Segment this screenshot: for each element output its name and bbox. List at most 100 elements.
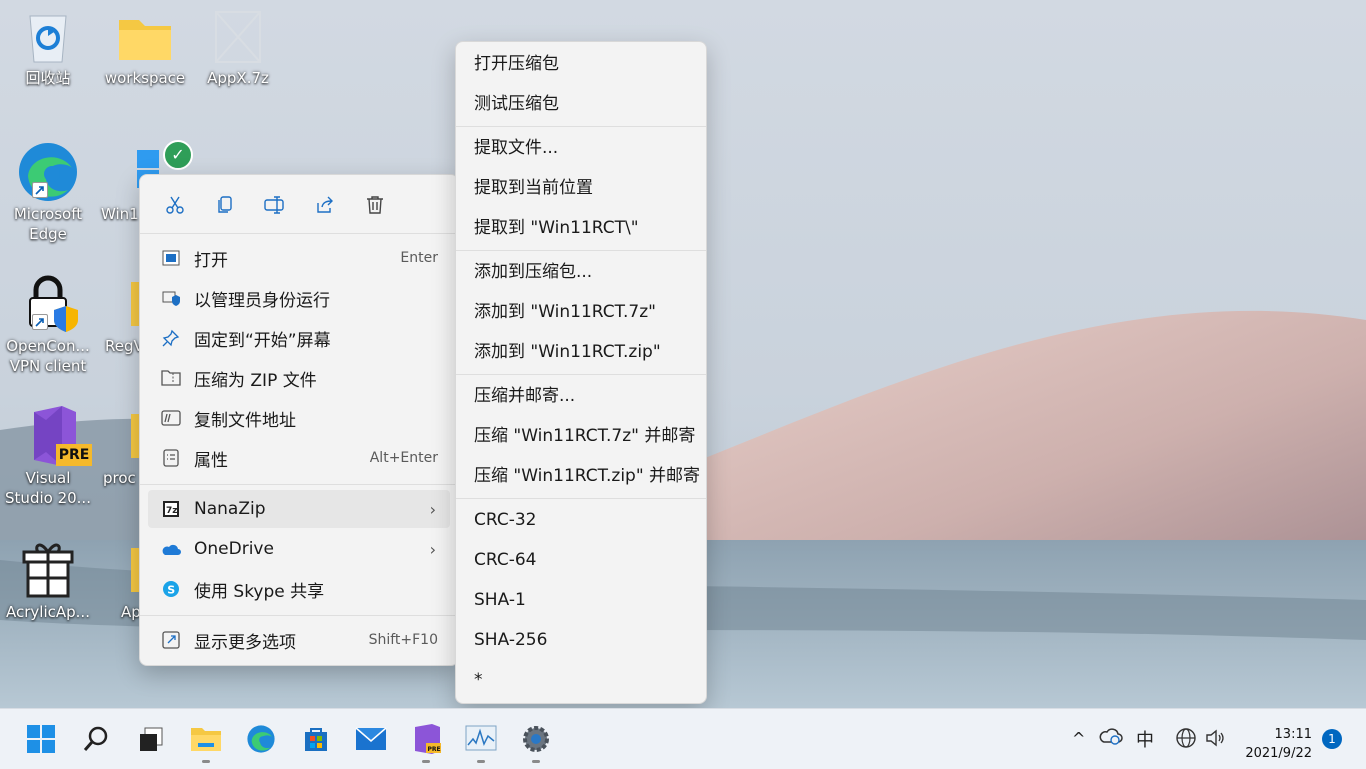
- running-indicator: [477, 760, 485, 763]
- submenu-sha1[interactable]: SHA-1: [474, 580, 526, 620]
- svg-text:7z: 7z: [166, 506, 178, 516]
- menu-item-copy-path[interactable]: 复制文件地址: [148, 399, 450, 437]
- chevron-right-icon: ›: [429, 539, 436, 559]
- menu-item-show-more-options[interactable]: 显示更多选项 Shift+F10: [148, 621, 450, 659]
- submenu-test-archive[interactable]: 测试压缩包: [474, 84, 559, 124]
- taskbar-store[interactable]: [298, 721, 334, 757]
- share-icon: [317, 196, 333, 213]
- search-icon: [83, 726, 108, 751]
- submenu-compress-7z-and-email[interactable]: 压缩 "Win11RCT.7z" 并邮寄: [474, 416, 695, 456]
- desktop-icon-label: OpenCon... VPN client: [6, 337, 90, 375]
- desktop-icon-workspace[interactable]: workspace: [97, 10, 193, 88]
- openvpn-icon: [16, 272, 80, 336]
- menu-item-onedrive[interactable]: OneDrive ›: [148, 530, 450, 568]
- desktop-icon-visual-studio[interactable]: PRE Visual Studio 20...: [0, 404, 96, 508]
- submenu-all-hashes[interactable]: *: [474, 660, 483, 700]
- taskbar-performance-monitor[interactable]: [463, 721, 499, 763]
- submenu-add-to-zip[interactable]: 添加到 "Win11RCT.zip": [474, 332, 661, 372]
- submenu-extract-to-folder[interactable]: 提取到 "Win11RCT\": [474, 208, 639, 248]
- shortcut-arrow-icon: [32, 182, 48, 198]
- task-view-button[interactable]: [133, 721, 169, 757]
- submenu-extract-here[interactable]: 提取到当前位置: [474, 168, 593, 208]
- running-indicator: [532, 760, 540, 763]
- taskbar-mail[interactable]: [353, 721, 389, 757]
- rename-icon: [264, 196, 284, 214]
- clock-time: 13:11: [1274, 727, 1312, 742]
- context-menu: 打开 Enter 以管理员身份运行 固定到“开始”屏幕 压缩为 ZIP 文件 复…: [139, 174, 459, 666]
- desktop-icon-acrylicapp[interactable]: AcrylicAp...: [0, 538, 96, 622]
- desktop-icon-edge[interactable]: Microsoft Edge: [0, 140, 96, 244]
- menu-item-run-as-admin[interactable]: 以管理员身份运行: [148, 279, 450, 317]
- menu-item-label: 使用 Skype 共享: [194, 581, 325, 602]
- menu-item-label: 显示更多选项: [194, 632, 296, 653]
- chevron-right-icon: ›: [429, 499, 436, 519]
- nanazip-icon: 7z: [160, 498, 182, 520]
- path-icon: [160, 407, 182, 429]
- submenu-add-to-7z[interactable]: 添加到 "Win11RCT.7z": [474, 292, 656, 332]
- menu-item-nanazip[interactable]: 7z NanaZip ›: [148, 490, 450, 528]
- menu-item-open[interactable]: 打开 Enter: [148, 239, 450, 277]
- submenu-extract-files[interactable]: 提取文件...: [474, 128, 558, 168]
- window-icon: [160, 247, 182, 269]
- menu-item-skype-share[interactable]: S 使用 Skype 共享: [148, 570, 450, 608]
- menu-item-label: 压缩为 ZIP 文件: [194, 370, 317, 391]
- separator: [140, 233, 458, 234]
- delete-button[interactable]: [350, 187, 400, 223]
- desktop-icon-openvpn[interactable]: OpenCon... VPN client: [0, 272, 96, 376]
- properties-icon: [160, 447, 182, 469]
- submenu-compress-zip-and-email[interactable]: 压缩 "Win11RCT.zip" 并邮寄: [474, 456, 700, 496]
- onedrive-sync-icon[interactable]: [1099, 727, 1123, 750]
- submenu-open-archive[interactable]: 打开压缩包: [474, 44, 559, 84]
- pre-badge-icon: PRE: [56, 444, 92, 466]
- ime-indicator[interactable]: 中: [1136, 726, 1154, 752]
- running-indicator: [422, 760, 430, 763]
- network-icon[interactable]: [1175, 727, 1197, 754]
- menu-item-label: 以管理员身份运行: [194, 290, 330, 311]
- start-icon: [27, 725, 55, 753]
- tray-overflow-chevron[interactable]: ^: [1072, 729, 1085, 748]
- rename-button[interactable]: [250, 187, 300, 223]
- edge-icon: [247, 725, 275, 753]
- desktop-icon-recycle-bin[interactable]: 回收站: [0, 10, 96, 88]
- separator: [456, 250, 706, 251]
- recycle-bin-icon: [16, 10, 80, 68]
- desktop-icon-label: 回收站: [25, 69, 71, 87]
- submenu-add-to-archive[interactable]: 添加到压缩包...: [474, 252, 592, 292]
- cut-button[interactable]: [150, 187, 200, 223]
- share-button[interactable]: [300, 187, 350, 223]
- edge-icon: [16, 140, 80, 204]
- menu-item-label: 固定到“开始”屏幕: [194, 330, 331, 351]
- shield-icon: [160, 287, 182, 309]
- zip-folder-icon: [160, 367, 182, 389]
- submenu-crc64[interactable]: CRC-64: [474, 540, 536, 580]
- menu-item-compress-zip[interactable]: 压缩为 ZIP 文件: [148, 359, 450, 397]
- menu-item-pin-to-start[interactable]: 固定到“开始”屏幕: [148, 319, 450, 357]
- copy-button[interactable]: [200, 187, 250, 223]
- search-button[interactable]: [78, 721, 114, 757]
- taskbar-edge[interactable]: [243, 721, 279, 757]
- pin-icon: [160, 327, 182, 349]
- taskbar-file-explorer[interactable]: [188, 721, 224, 763]
- menu-item-accelerator: Enter: [400, 250, 438, 266]
- volume-icon[interactable]: [1204, 727, 1226, 754]
- submenu-compress-and-email[interactable]: 压缩并邮寄...: [474, 376, 575, 416]
- sync-status-icon: ✓: [163, 140, 193, 170]
- taskbar-settings[interactable]: [518, 721, 554, 763]
- copy-icon: [218, 196, 232, 213]
- delete-icon: [367, 196, 383, 214]
- clock[interactable]: 13:11 2021/9/22: [1245, 725, 1312, 763]
- notification-badge[interactable]: 1: [1322, 729, 1342, 749]
- skype-icon: S: [160, 578, 182, 600]
- menu-item-properties[interactable]: 属性 Alt+Enter: [148, 439, 450, 477]
- taskbar-visual-studio[interactable]: PRE: [408, 721, 444, 763]
- start-button[interactable]: [23, 721, 59, 757]
- submenu-sha256[interactable]: SHA-256: [474, 620, 547, 660]
- more-options-icon: [160, 629, 182, 651]
- svg-text:PRE: PRE: [428, 746, 441, 753]
- folder-icon: [113, 10, 177, 68]
- desktop-icon-appx[interactable]: AppX.7z: [190, 10, 286, 88]
- separator: [456, 498, 706, 499]
- visual-studio-icon: PRE: [415, 724, 441, 754]
- separator: [456, 126, 706, 127]
- submenu-crc32[interactable]: CRC-32: [474, 500, 536, 540]
